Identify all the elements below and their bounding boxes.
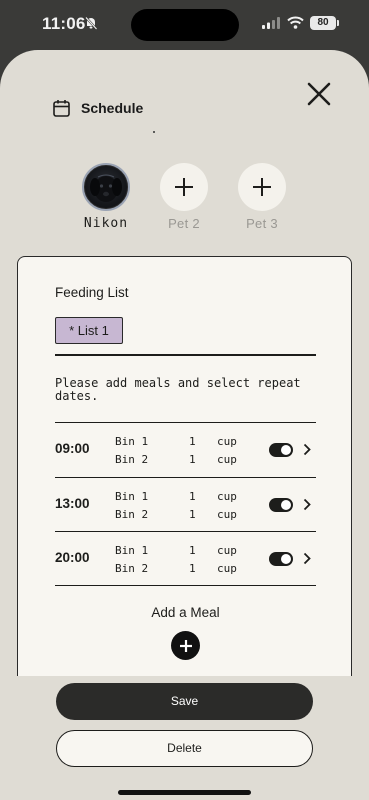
pet-add-3[interactable]: Pet 3 <box>232 163 292 231</box>
bin-unit: cup <box>217 562 237 575</box>
info-text: Please add meals and select repeat dates… <box>55 376 301 403</box>
meal-time: 13:00 <box>55 496 90 511</box>
close-icon <box>307 82 331 106</box>
dynamic-island <box>131 9 239 41</box>
divider-dot <box>153 131 155 133</box>
bin-qty: 1 <box>189 544 196 557</box>
bin-qty: 1 <box>189 562 196 575</box>
feeding-list-card: Feeding List * List 1 Please add meals a… <box>17 256 352 686</box>
status-bar: 11:06 80 <box>0 0 369 50</box>
add-meal-button[interactable] <box>171 631 200 660</box>
meal-time: 09:00 <box>55 441 90 456</box>
meal-row[interactable]: 09:00 Bin 1 1 cup Bin 2 1 cup <box>55 423 316 477</box>
home-indicator <box>118 790 251 795</box>
meal-enabled-toggle[interactable] <box>269 552 293 566</box>
pet-name: Nikon <box>83 216 129 231</box>
bin-qty: 1 <box>189 453 196 466</box>
bin-unit: cup <box>217 508 237 521</box>
plus-icon <box>179 639 192 652</box>
meal-row[interactable]: 20:00 Bin 1 1 cup Bin 2 1 cup <box>55 532 316 586</box>
signal-icon <box>262 17 280 29</box>
pet-name: Pet 3 <box>246 216 278 231</box>
bin-name: Bin 2 <box>115 508 149 521</box>
bin-name: Bin 1 <box>115 435 149 448</box>
close-button[interactable] <box>302 77 336 111</box>
pet-avatar-photo <box>82 163 130 211</box>
add-meal-label: Add a Meal <box>151 605 220 620</box>
add-pet-button[interactable] <box>160 163 208 211</box>
meal-enabled-toggle[interactable] <box>269 498 293 512</box>
bin-unit: cup <box>217 435 237 448</box>
page-title: Schedule <box>81 100 144 116</box>
wifi-icon <box>287 16 304 29</box>
schedule-sheet: Schedule Nikon Pet 2 Pet 3 Feeding List … <box>0 50 369 800</box>
bottom-actions: Save Delete <box>0 676 369 800</box>
list-underline <box>55 354 316 356</box>
bin-name: Bin 2 <box>115 453 149 466</box>
bin-qty: 1 <box>189 508 196 521</box>
bin-qty: 1 <box>189 490 196 503</box>
add-pet-button[interactable] <box>238 163 286 211</box>
divider <box>55 585 316 586</box>
pet-name: Pet 2 <box>168 216 200 231</box>
pet-nikon[interactable]: Nikon <box>76 163 136 231</box>
bin-name: Bin 1 <box>115 544 149 557</box>
chevron-right-icon[interactable] <box>303 443 311 456</box>
bin-line: Bin 2 1 cup <box>115 508 237 521</box>
bin-line: Bin 1 1 cup <box>115 490 237 503</box>
meal-time: 20:00 <box>55 550 90 565</box>
meal-enabled-toggle[interactable] <box>269 443 293 457</box>
battery-icon: 80 <box>310 16 339 30</box>
bin-unit: cup <box>217 544 237 557</box>
bin-line: Bin 1 1 cup <box>115 544 237 557</box>
feeding-list-title: Feeding List <box>55 285 129 300</box>
chevron-right-icon[interactable] <box>303 552 311 565</box>
chevron-right-icon[interactable] <box>303 498 311 511</box>
pet-add-2[interactable]: Pet 2 <box>154 163 214 231</box>
list-tab-1[interactable]: * List 1 <box>55 317 123 344</box>
bin-line: Bin 2 1 cup <box>115 562 237 575</box>
bin-name: Bin 2 <box>115 562 149 575</box>
header: Schedule <box>53 99 143 117</box>
delete-button[interactable]: Delete <box>56 730 313 767</box>
save-button[interactable]: Save <box>56 683 313 720</box>
bin-unit: cup <box>217 490 237 503</box>
calendar-icon <box>53 100 70 117</box>
bin-unit: cup <box>217 453 237 466</box>
bell-slash-icon <box>85 16 98 30</box>
bin-name: Bin 1 <box>115 490 149 503</box>
bin-qty: 1 <box>189 435 196 448</box>
bin-line: Bin 1 1 cup <box>115 435 237 448</box>
bin-line: Bin 2 1 cup <box>115 453 237 466</box>
status-time: 11:06 <box>42 14 86 33</box>
dog-icon <box>90 174 122 202</box>
meal-row[interactable]: 13:00 Bin 1 1 cup Bin 2 1 cup <box>55 478 316 532</box>
plus-icon <box>175 178 193 196</box>
plus-icon <box>253 178 271 196</box>
